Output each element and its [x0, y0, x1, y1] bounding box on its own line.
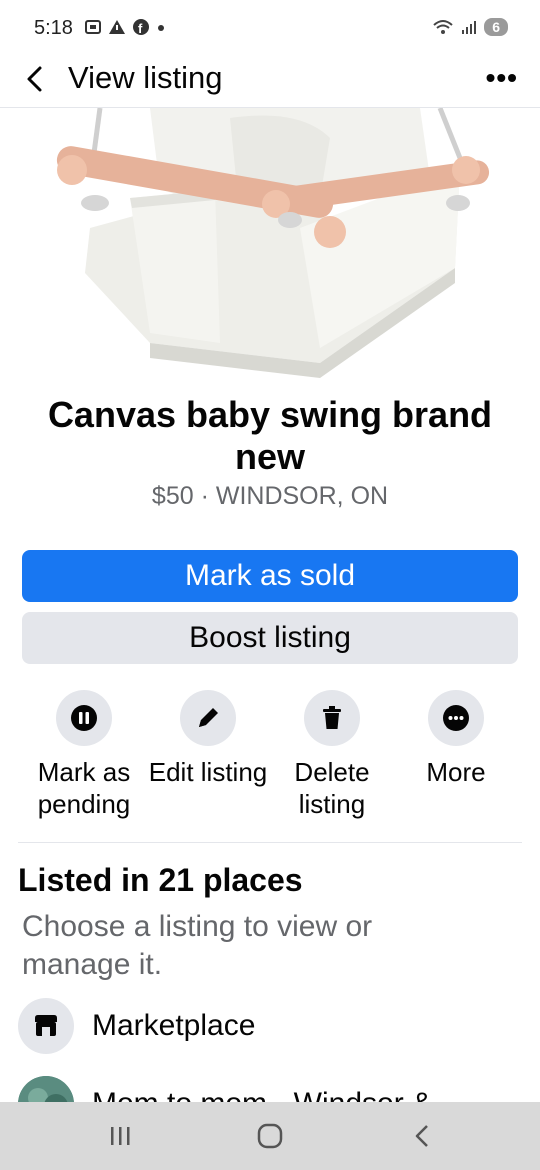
wifi-icon [433, 20, 453, 34]
back-nav-button[interactable] [402, 1120, 442, 1152]
back-button[interactable] [20, 64, 50, 94]
more-action[interactable]: More [394, 690, 518, 820]
boost-listing-button[interactable]: Boost listing [22, 612, 518, 664]
svg-text:f: f [138, 21, 143, 36]
page-title: View listing [68, 60, 223, 95]
mark-as-sold-button[interactable]: Mark as sold [22, 550, 518, 602]
trash-icon-button[interactable] [304, 690, 360, 746]
dot-icon [158, 25, 164, 31]
place-item-marketplace[interactable]: Marketplace [18, 998, 255, 1054]
place-label: Marketplace [92, 1009, 256, 1042]
mark-as-pending-action[interactable]: Mark as pending [22, 690, 146, 820]
more-icon-button[interactable] [428, 690, 484, 746]
pause-icon [71, 705, 97, 731]
status-bar: 5:18 f 6 [0, 0, 540, 56]
battery-icon: 6 [484, 18, 508, 36]
system-icons: 6 [432, 18, 508, 36]
action-label: More [426, 757, 486, 787]
action-label: Mark as pending [37, 757, 131, 819]
trash-icon [323, 706, 341, 729]
pause-icon-button[interactable] [56, 690, 112, 746]
recent-apps-icon [111, 1127, 130, 1145]
recent-apps-button[interactable] [100, 1120, 140, 1152]
status-time: 5:18 [34, 17, 73, 39]
pencil-icon-button[interactable] [180, 690, 236, 746]
listing-price-location: $50 · WINDSOR, ON [151, 482, 389, 510]
screenshot-icon [85, 20, 101, 34]
navigation-bar [0, 1102, 540, 1170]
baby-swing-image [0, 108, 540, 380]
warning-icon [109, 20, 125, 34]
listing-actions: Mark as pending Edit listing Delete list… [22, 690, 518, 820]
divider [18, 842, 522, 843]
facebook-icon: f [133, 19, 149, 36]
chevron-left-icon [27, 66, 42, 92]
app-header: View listing ••• [0, 56, 540, 108]
edit-listing-action[interactable]: Edit listing [146, 690, 270, 820]
more-icon [443, 705, 469, 731]
action-label: Delete listing [294, 757, 370, 819]
home-button[interactable] [250, 1120, 290, 1152]
listing-title: Canvas baby swing brand new [47, 394, 493, 477]
listing-photo[interactable] [0, 108, 540, 380]
action-label: Edit listing [148, 757, 268, 787]
delete-listing-action[interactable]: Delete listing [270, 690, 394, 820]
more-options-button[interactable]: ••• [486, 62, 518, 94]
home-icon [257, 1123, 283, 1149]
back-nav-icon [415, 1125, 428, 1147]
places-subtitle: Choose a listing to view or manage it. [22, 910, 373, 981]
signal-icon [462, 21, 477, 34]
pencil-icon [199, 708, 218, 727]
shop-icon-wrapper [18, 998, 74, 1054]
notification-icons: f [84, 18, 166, 36]
places-title: Listed in 21 places [18, 862, 303, 898]
shop-icon [35, 1015, 57, 1036]
